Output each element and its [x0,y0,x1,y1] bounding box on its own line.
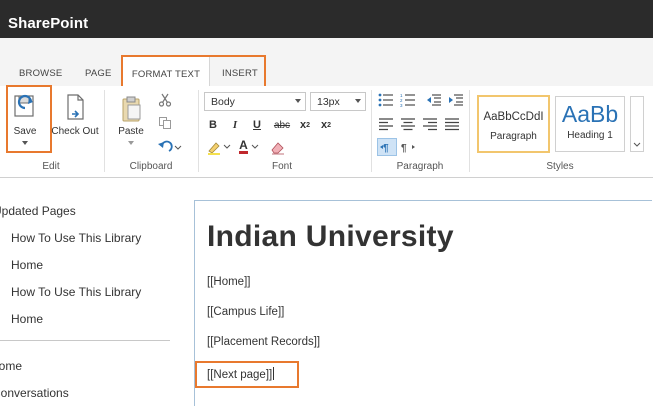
clear-format-button[interactable] [270,139,286,155]
group-divider [198,90,199,172]
check-out-label: Check Out [51,126,99,137]
left-nav-section-title: Updated Pages [0,204,76,218]
app-title[interactable]: SharePoint [8,15,88,32]
group-divider [104,90,105,172]
font-family-value: Body [211,96,235,108]
svg-text:3: 3 [400,103,403,107]
cut-icon[interactable] [157,92,173,108]
align-right-icon[interactable] [422,116,438,132]
font-size-value: 13px [317,96,340,108]
clipboard-group-label: Clipboard [129,161,173,172]
italic-button[interactable]: I [227,116,243,134]
chevron-down-icon [633,142,641,147]
paste-label: Paste [118,126,144,137]
left-to-right-icon[interactable]: ¶ [377,138,397,156]
font-color-button[interactable]: A [236,139,262,155]
suite-bar-strip [0,38,653,48]
eraser-icon [271,142,284,155]
text-cursor [273,367,275,380]
strikethrough-button[interactable]: abc [271,116,293,134]
font-size-select[interactable]: 13px [310,92,366,111]
styles-more-button[interactable] [630,96,644,152]
paste-button[interactable]: Paste [113,94,149,154]
font-color-icon: A [239,138,248,154]
bulleted-list-icon[interactable] [378,92,394,108]
wiki-link-home[interactable]: [[Home]] [207,276,250,288]
subscript-button[interactable]: x2 [296,116,314,134]
left-nav-item[interactable]: How To Use This Library [11,231,141,245]
paragraph-group-label: Paragraph [396,161,444,172]
check-out-icon [67,94,84,120]
chevron-down-icon [355,99,361,103]
left-nav-item[interactable]: Home [11,258,43,272]
superscript-button[interactable]: x2 [317,116,335,134]
save-icon [14,94,34,117]
bold-button[interactable]: B [205,116,221,134]
chevron-down-icon [295,99,301,103]
superscript-mark: 2 [327,121,332,129]
font-family-select[interactable]: Body [204,92,306,111]
copy-icon[interactable] [157,115,173,131]
left-nav-item[interactable]: Home [11,312,43,326]
chevron-down-icon [251,144,259,149]
ribbon: Save Check Out Edit Paste Clipboard Body [0,85,653,178]
save-button[interactable]: Save [8,92,42,152]
style-paragraph-name: Paragraph [490,131,537,142]
style-heading-1-preview: AaBb [561,101,619,127]
left-nav-conversations-link[interactable]: Conversations [0,386,69,400]
page-heading[interactable]: Indian University [207,220,454,254]
svg-text:¶: ¶ [401,143,407,153]
left-nav-item[interactable]: How To Use This Library [11,285,141,299]
save-label: Save [13,126,37,137]
paste-icon [122,96,141,122]
tab-browse[interactable]: BROWSE [19,68,62,79]
style-heading-1[interactable]: AaBb Heading 1 [555,96,625,152]
suite-bar: SharePoint [0,0,653,48]
style-paragraph-preview: AaBbCcDdI [483,111,544,123]
underline-button[interactable]: U [249,116,265,134]
increase-indent-icon[interactable] [448,92,464,108]
ribbon-tab-row: BROWSE PAGE FORMAT TEXT INSERT [0,48,653,87]
tab-insert[interactable]: INSERT [222,68,258,79]
left-nav-home-link[interactable]: Home [0,359,22,373]
group-divider [469,90,470,172]
style-heading-1-name: Heading 1 [567,130,613,141]
tab-format-text[interactable]: FORMAT TEXT [122,56,210,87]
font-group-label: Font [271,161,292,172]
tab-page[interactable]: PAGE [85,68,112,79]
wiki-link-next-page[interactable]: [[Next page]] [207,367,275,381]
align-justify-icon[interactable] [444,116,460,132]
style-paragraph[interactable]: AaBbCcDdI Paragraph [477,95,550,153]
highlight-color-button[interactable] [206,139,232,155]
align-center-icon[interactable] [400,116,416,132]
wiki-link-next-page-text: [[Next page]] [207,369,273,381]
highlighter-icon [208,142,231,155]
check-out-button[interactable]: Check Out [49,92,101,152]
styles-group-label: Styles [546,161,574,172]
wiki-link-placement-records[interactable]: [[Placement Records]] [207,336,320,348]
decrease-indent-icon[interactable] [426,92,442,108]
save-dropdown-caret[interactable] [22,141,28,145]
undo-icon [158,140,182,152]
undo-button[interactable] [156,139,182,155]
wiki-link-campus-life[interactable]: [[Campus Life]] [207,306,284,318]
subscript-mark: 2 [306,121,311,129]
svg-text:¶: ¶ [383,143,389,153]
left-nav-divider [0,340,170,341]
group-divider [371,90,372,172]
paste-dropdown-caret[interactable] [128,141,134,145]
edit-group-label: Edit [42,161,60,172]
numbered-list-icon[interactable]: 123 [400,92,416,108]
right-to-left-icon[interactable]: ¶ [400,139,416,155]
align-left-icon[interactable] [378,116,394,132]
